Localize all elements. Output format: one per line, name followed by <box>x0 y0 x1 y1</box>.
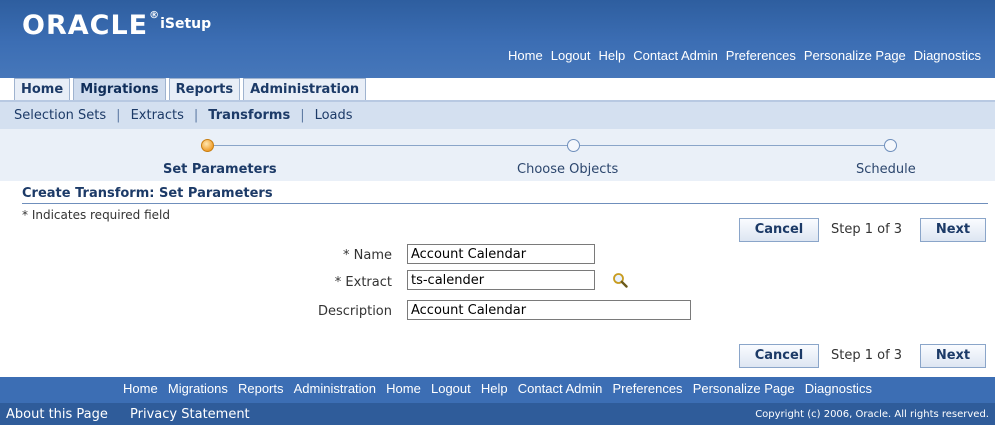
subnav-bar: Selection Sets | Extracts | Transforms |… <box>0 102 995 129</box>
copyright-text: Copyright (c) 2006, Oracle. All rights r… <box>755 409 989 420</box>
oracle-logo: ORACLE®iSetup <box>22 10 211 41</box>
about-page-link[interactable]: About this Page <box>6 407 108 422</box>
brand-name: ORACLE <box>22 10 149 41</box>
train-label-choose-objects[interactable]: Choose Objects <box>517 162 618 177</box>
title-divider <box>22 203 988 204</box>
subnav-loads[interactable]: Loads <box>315 108 353 123</box>
footer-link-home[interactable]: Home <box>123 381 158 396</box>
global-link-logout[interactable]: Logout <box>551 48 591 63</box>
footer-link-help[interactable]: Help <box>481 381 508 396</box>
step-train: Set Parameters Choose Objects Schedule <box>0 129 995 181</box>
footer-link-personalize-page[interactable]: Personalize Page <box>693 381 795 396</box>
tab-administration[interactable]: Administration <box>243 78 367 100</box>
footer-links: Home Migrations Reports Administration H… <box>0 381 995 397</box>
footer-link-migrations[interactable]: Migrations <box>168 381 228 396</box>
magnifier-icon[interactable] <box>612 272 628 288</box>
cancel-button-bottom[interactable]: Cancel <box>739 344 819 368</box>
tab-reports[interactable]: Reports <box>168 78 241 100</box>
subnav-separator: | <box>300 108 305 123</box>
train-step-icon[interactable] <box>567 139 580 152</box>
subnav-separator: | <box>116 108 121 123</box>
tab-bar: Home Migrations Reports Administration <box>14 78 369 101</box>
footer-link-preferences[interactable]: Preferences <box>612 381 682 396</box>
footer-link-contact-admin[interactable]: Contact Admin <box>518 381 603 396</box>
global-link-help[interactable]: Help <box>599 48 626 63</box>
step-indicator-bottom: Step 1 of 3 <box>831 348 903 363</box>
product-name: iSetup <box>160 16 212 32</box>
footer-link-administration[interactable]: Administration <box>294 381 376 396</box>
footer-link-home-2[interactable]: Home <box>386 381 421 396</box>
privacy-statement-link[interactable]: Privacy Statement <box>130 407 250 422</box>
subnav-separator: | <box>193 108 199 123</box>
tab-home[interactable]: Home <box>14 78 71 100</box>
tab-migrations[interactable]: Migrations <box>73 78 166 100</box>
train-connector <box>580 145 885 146</box>
extract-input[interactable] <box>407 270 595 290</box>
train-label-schedule[interactable]: Schedule <box>856 162 916 177</box>
required-field-note: * Indicates required field <box>22 208 171 222</box>
train-connector <box>214 145 568 146</box>
global-link-diagnostics[interactable]: Diagnostics <box>914 48 981 63</box>
global-link-personalize-page[interactable]: Personalize Page <box>804 48 906 63</box>
subnav-selection-sets[interactable]: Selection Sets <box>14 108 106 123</box>
global-links: Home Logout Help Contact Admin Preferenc… <box>500 48 981 63</box>
page-title: Create Transform: Set Parameters <box>22 186 273 201</box>
extract-label: * Extract <box>334 275 392 290</box>
train-step-current-icon <box>201 139 214 152</box>
name-label: * Name <box>343 248 392 263</box>
description-input[interactable] <box>407 300 691 320</box>
name-input[interactable] <box>407 244 595 264</box>
footer-link-reports[interactable]: Reports <box>238 381 284 396</box>
footer-bottom-bar: About this Page Privacy Statement Copyri… <box>0 403 995 425</box>
footer-link-diagnostics[interactable]: Diagnostics <box>805 381 872 396</box>
next-button-top[interactable]: Next <box>920 218 986 242</box>
global-link-contact-admin[interactable]: Contact Admin <box>633 48 718 63</box>
cancel-button-top[interactable]: Cancel <box>739 218 819 242</box>
header-banner: ORACLE®iSetup Home Logout Help Contact A… <box>0 0 995 78</box>
footer: Home Migrations Reports Administration H… <box>0 377 995 425</box>
description-label: Description <box>317 304 392 319</box>
next-button-bottom[interactable]: Next <box>920 344 986 368</box>
subnav-transforms[interactable]: Transforms <box>208 108 290 123</box>
registered-mark: ® <box>149 10 161 21</box>
train-step-icon[interactable] <box>884 139 897 152</box>
global-link-home[interactable]: Home <box>508 48 543 63</box>
global-link-preferences[interactable]: Preferences <box>726 48 796 63</box>
footer-link-logout[interactable]: Logout <box>431 381 471 396</box>
train-label-set-parameters: Set Parameters <box>163 162 277 177</box>
step-indicator-top: Step 1 of 3 <box>831 222 903 237</box>
subnav-extracts[interactable]: Extracts <box>131 108 184 123</box>
